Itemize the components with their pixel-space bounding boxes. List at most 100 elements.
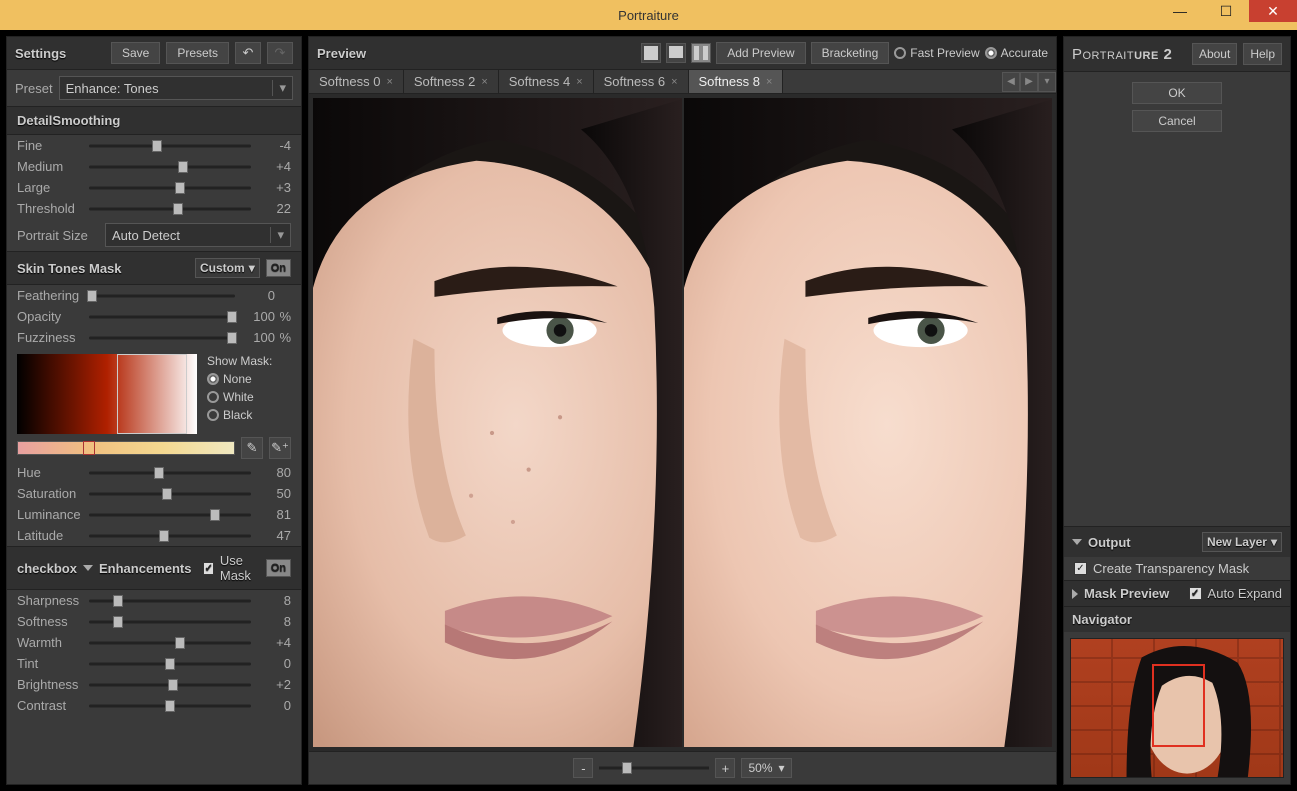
view-stack-icon[interactable] [666, 43, 686, 63]
presets-button[interactable]: Presets [166, 42, 229, 64]
slider-large[interactable] [89, 181, 251, 195]
fast-preview-radio[interactable]: Fast Preview [894, 46, 979, 60]
preview-area[interactable] [309, 94, 1056, 751]
slider-medium[interactable] [89, 160, 251, 174]
window-title: Portraiture [618, 8, 679, 23]
settings-title: Settings [15, 46, 66, 61]
mask-mode-select[interactable]: Custom▾ [195, 258, 260, 278]
cancel-button[interactable]: Cancel [1132, 110, 1222, 132]
chevron-down-icon [1072, 539, 1082, 545]
preview-after [684, 98, 1053, 747]
preset-label: Preset [15, 81, 53, 96]
detail-smoothing-header: DetailSmoothing [7, 106, 301, 135]
close-icon[interactable]: × [766, 76, 772, 88]
preview-title: Preview [317, 46, 366, 61]
slider-label: Sharpness [17, 593, 89, 608]
slider-value: 8 [251, 614, 291, 629]
mask-radio-white[interactable]: White [207, 390, 272, 404]
slider-hue[interactable] [89, 466, 251, 480]
tab-softness-4[interactable]: Softness 4× [499, 70, 594, 93]
mask-radio-black[interactable]: Black [207, 408, 272, 422]
eyedropper-icon[interactable]: ✎ [241, 437, 263, 459]
tab-menu-icon[interactable]: ▾ [1038, 72, 1056, 92]
zoom-select[interactable]: 50%▾ [741, 758, 791, 778]
eyedropper-add-icon[interactable]: ✎⁺ [269, 437, 291, 459]
redo-icon[interactable]: ↷ [267, 42, 293, 64]
close-icon[interactable]: × [576, 76, 582, 88]
slider-value: 22 [251, 201, 291, 216]
slider-contrast[interactable] [89, 699, 251, 713]
minimize-button[interactable]: — [1157, 0, 1203, 22]
slider-label: Hue [17, 465, 89, 480]
chevron-down-icon: ▾ [779, 761, 785, 775]
slider-threshold[interactable] [89, 202, 251, 216]
close-icon[interactable]: × [671, 76, 677, 88]
ok-button[interactable]: OK [1132, 82, 1222, 104]
auto-expand-label: Auto Expand [1208, 586, 1282, 601]
slider-label: Fuzziness [17, 330, 89, 345]
transparency-checkbox[interactable]: ✓ [1074, 562, 1087, 575]
slider-value: +2 [251, 677, 291, 692]
close-icon[interactable]: × [386, 76, 392, 88]
use-mask-label: Use Mask [220, 553, 260, 583]
auto-expand-checkbox[interactable]: ✓ [1189, 587, 1202, 600]
slider-value: +4 [251, 159, 291, 174]
view-single-icon[interactable] [641, 43, 661, 63]
help-button[interactable]: Help [1243, 43, 1282, 65]
tab-prev-icon[interactable]: ◀ [1002, 72, 1020, 92]
zoom-out-button[interactable]: - [573, 758, 593, 778]
tab-softness-2[interactable]: Softness 2× [404, 70, 499, 93]
mask-on-toggle[interactable]: On [266, 259, 291, 277]
add-preview-button[interactable]: Add Preview [716, 42, 805, 64]
accurate-radio[interactable]: Accurate [985, 46, 1048, 60]
slider-saturation[interactable] [89, 487, 251, 501]
tab-softness-8[interactable]: Softness 8× [689, 70, 784, 93]
slider-fine[interactable] [89, 139, 251, 153]
tab-softness-6[interactable]: Softness 6× [594, 70, 689, 93]
slider-softness[interactable] [89, 615, 251, 629]
close-button[interactable]: ✕ [1249, 0, 1297, 22]
save-button[interactable]: Save [111, 42, 160, 64]
navigator-viewport-box[interactable] [1152, 664, 1205, 747]
slider-opacity[interactable] [89, 310, 235, 324]
close-icon[interactable]: × [481, 76, 487, 88]
mask-radio-none[interactable]: None [207, 372, 272, 386]
slider-sharpness[interactable] [89, 594, 251, 608]
color-picker[interactable] [17, 354, 197, 434]
slider-label: Saturation [17, 486, 89, 501]
slider-value: 100 [235, 330, 275, 345]
about-button[interactable]: About [1192, 43, 1237, 65]
transparency-label: Create Transparency Mask [1093, 561, 1249, 576]
output-select[interactable]: New Layer▾ [1202, 532, 1282, 552]
maximize-button[interactable]: ☐ [1203, 0, 1249, 22]
chevron-down-icon: ▾ [272, 80, 286, 96]
zoom-in-button[interactable]: + [715, 758, 735, 778]
undo-icon[interactable]: ↶ [235, 42, 261, 64]
slider-warmth[interactable] [89, 636, 251, 650]
portrait-size-select[interactable]: Auto Detect ▾ [105, 223, 291, 247]
slider-latitude[interactable] [89, 529, 251, 543]
hue-bar[interactable] [17, 441, 235, 455]
bracketing-button[interactable]: Bracketing [811, 42, 890, 64]
slider-tint[interactable] [89, 657, 251, 671]
slider-fuzziness[interactable] [89, 331, 235, 345]
slider-feathering[interactable] [89, 289, 235, 303]
slider-luminance[interactable] [89, 508, 251, 522]
use-mask-checkbox[interactable]: ✓ [203, 562, 213, 575]
tab-softness-0[interactable]: Softness 0× [309, 70, 404, 93]
slider-label: Opacity [17, 309, 89, 324]
tab-next-icon[interactable]: ▶ [1020, 72, 1038, 92]
slider-label: Tint [17, 656, 89, 671]
slider-brightness[interactable] [89, 678, 251, 692]
view-split-icon[interactable] [691, 43, 711, 63]
slider-label: Warmth [17, 635, 89, 650]
slider-label: Latitude [17, 528, 89, 543]
zoom-slider[interactable] [599, 761, 709, 775]
preset-select[interactable]: Enhance: Tones ▾ [59, 76, 293, 100]
slider-label: Feathering [17, 288, 89, 303]
enhancements-on-toggle[interactable]: On [266, 559, 291, 577]
slider-label: Luminance [17, 507, 89, 522]
slider-label: Brightness [17, 677, 89, 692]
titlebar: Portraiture — ☐ ✕ [0, 0, 1297, 30]
navigator-thumbnail[interactable] [1070, 638, 1284, 778]
